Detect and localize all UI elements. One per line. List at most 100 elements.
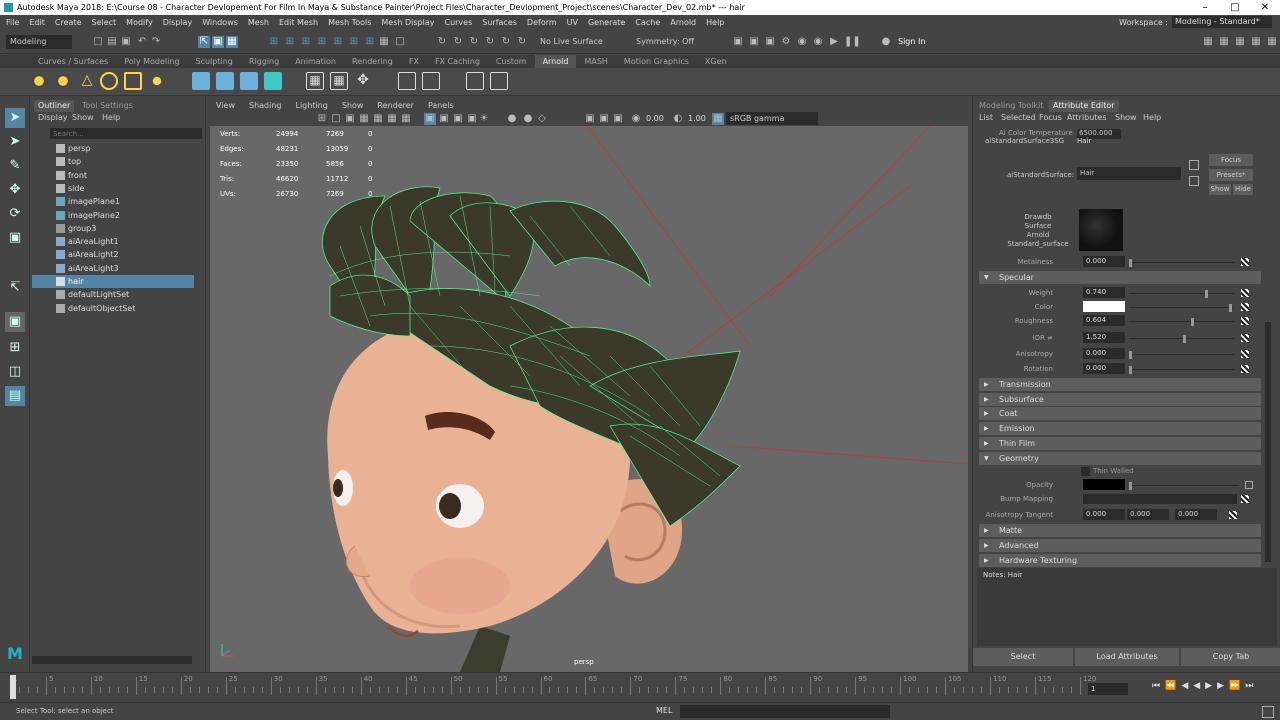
aa-icon[interactable]: ☀	[478, 113, 490, 125]
arnold-ipr-icon[interactable]: ▶	[828, 36, 840, 48]
shelf-tab-rigging[interactable]: Rigging	[241, 55, 287, 68]
node-tab-sg[interactable]: aiStandardSurface3SG	[985, 137, 1064, 145]
color-management-icon[interactable]: ▦	[712, 113, 724, 125]
menu-mesh-display[interactable]: Mesh Display	[381, 18, 434, 27]
shelf-tab-rendering[interactable]: Rendering	[344, 55, 401, 68]
menu-uv[interactable]: UV	[567, 18, 578, 27]
textured-icon[interactable]: ▦	[372, 113, 384, 125]
shadows-icon[interactable]: ▦	[400, 113, 412, 125]
focus-button[interactable]: Focus	[1209, 154, 1253, 166]
step-forward-key-icon[interactable]: ⏩	[1229, 681, 1245, 691]
viewport-menu-shading[interactable]: Shading	[249, 100, 282, 112]
wire-on-shaded-icon[interactable]: ▦	[358, 113, 370, 125]
step-forward-icon[interactable]: ▶	[1217, 681, 1229, 691]
map-button-icon[interactable]	[1241, 495, 1249, 503]
presets-button[interactable]: Presets*	[1209, 169, 1253, 181]
outliner-menu-display[interactable]: Display	[38, 113, 68, 122]
viewport-panel[interactable]: View Shading Lighting Show Renderer Pane…	[210, 100, 968, 672]
script-editor-icon[interactable]	[1262, 706, 1274, 718]
photometric-light-icon[interactable]: △	[78, 72, 96, 90]
outliner-item-defaultlightset[interactable]: defaultLightSet	[32, 288, 194, 301]
color-swatch[interactable]	[1083, 301, 1125, 312]
menu-file[interactable]: File	[6, 18, 19, 27]
snap-edge-icon[interactable]: ⊞	[364, 36, 376, 48]
render-settings-icon[interactable]: ⚙	[780, 36, 792, 48]
select-object-icon[interactable]: ▣	[212, 36, 224, 48]
current-time-marker[interactable]	[10, 675, 16, 699]
current-frame-field[interactable]: 1	[1088, 683, 1128, 695]
outliner-item-aiarealight2[interactable]: aiAreaLight2	[32, 248, 194, 261]
menu-create[interactable]: Create	[55, 18, 82, 27]
metalness-field[interactable]: 0.000	[1083, 256, 1125, 267]
volume-icon[interactable]	[264, 72, 282, 90]
weight-field[interactable]: 0.740	[1083, 287, 1125, 298]
outliner-item-front[interactable]: front	[32, 169, 194, 182]
viewport-menu-lighting[interactable]: Lighting	[295, 100, 327, 112]
area-light-icon[interactable]	[30, 72, 48, 90]
opacity-map-icon[interactable]	[1245, 481, 1253, 489]
mel-label[interactable]: MEL	[656, 706, 672, 715]
time-slider[interactable]: 1510152025303540455055606570758085909510…	[0, 672, 1280, 702]
tab-attribute-editor[interactable]: Attribute Editor	[1049, 100, 1119, 112]
metalness-slider[interactable]	[1129, 259, 1235, 267]
single-perspective-layout-icon[interactable]: ▣	[5, 312, 25, 332]
use-lights-icon[interactable]: ▦	[386, 113, 398, 125]
outliner-layout-icon[interactable]: ▤	[5, 386, 25, 406]
minimize-icon[interactable]: –	[1190, 0, 1220, 15]
section-transmission[interactable]: Transmission	[979, 378, 1261, 391]
symmetry-field[interactable]: Symmetry: Off	[632, 35, 712, 49]
ae-menu-attributes[interactable]: Attributes	[1067, 113, 1107, 122]
weight-slider[interactable]	[1129, 290, 1235, 298]
play-icon[interactable]: ▶	[1205, 681, 1217, 691]
viewport-menu-view[interactable]: View	[216, 100, 235, 112]
material-swatch[interactable]	[1079, 209, 1123, 251]
outliner-item-top[interactable]: top	[32, 155, 194, 168]
shelf-tab-custom[interactable]: Custom	[488, 55, 535, 68]
snap-grid2-icon[interactable]: ▦	[378, 36, 390, 48]
outliner-item-defaultobjectset[interactable]: defaultObjectSet	[32, 302, 194, 315]
color-slider[interactable]	[1129, 304, 1233, 312]
export-stand-in-icon[interactable]	[490, 72, 508, 90]
magnet-icon[interactable]: ↻	[452, 36, 464, 48]
section-emission[interactable]: Emission	[979, 422, 1261, 435]
render-icon[interactable]: ↻	[500, 36, 512, 48]
outliner-item-aiarealight1[interactable]: aiAreaLight1	[32, 235, 194, 248]
ae-menu-help[interactable]: Help	[1143, 113, 1161, 122]
snap-curve-icon[interactable]: ⊞	[284, 36, 296, 48]
tab-outliner[interactable]: Outliner	[34, 100, 75, 112]
render-seq-icon[interactable]: ▣	[748, 36, 760, 48]
paint-select-tool-icon[interactable]: ✎	[5, 156, 25, 176]
menu-generate[interactable]: Generate	[588, 18, 625, 27]
texture-manager-icon[interactable]: ▦	[330, 72, 348, 90]
menu-mesh[interactable]: Mesh	[248, 18, 269, 27]
save-scene-icon[interactable]: ▣	[120, 36, 132, 48]
view-transform-dropdown[interactable]: sRGB gamma	[726, 112, 818, 125]
copy-tab-button[interactable]: Copy Tab	[1181, 648, 1280, 666]
snap-grid-icon[interactable]: ⊞	[268, 36, 280, 48]
ipr-icon[interactable]: ↻	[516, 36, 528, 48]
map-button-icon[interactable]	[1241, 317, 1249, 325]
map-button-icon[interactable]	[1241, 258, 1249, 266]
xray-joints-icon[interactable]: ▣	[438, 113, 450, 125]
flat-shader-icon[interactable]	[240, 72, 258, 90]
sign-in-dropdown[interactable]: Sign In	[894, 35, 960, 49]
command-input[interactable]	[680, 705, 890, 718]
lasso-tool-icon[interactable]: ➤	[5, 132, 25, 152]
render-view-icon[interactable]	[398, 72, 416, 90]
shelf-tab-xgen[interactable]: XGen	[697, 55, 735, 68]
move-tool-icon[interactable]: ✥	[5, 180, 25, 200]
menu-select[interactable]: Select	[91, 18, 116, 27]
outliner-hscrollbar[interactable]	[32, 656, 192, 664]
select-button[interactable]: Select	[973, 648, 1073, 666]
safe-title-icon[interactable]: ▣	[612, 113, 624, 125]
select-hierarchy-icon[interactable]: ⇱	[198, 36, 210, 48]
hypershade-icon[interactable]: ◉	[796, 36, 808, 48]
smooth-shade-icon[interactable]: ▣	[344, 113, 356, 125]
ae-menu-focus[interactable]: Focus	[1039, 113, 1062, 122]
shelf-tab-arnold[interactable]: Arnold	[534, 55, 577, 68]
time-ruler[interactable]: 1510152025303540455055606570758085909510…	[10, 673, 1096, 701]
ior-slider[interactable]	[1129, 335, 1235, 343]
tool-settings-toggle-icon[interactable]: ▦	[1234, 36, 1246, 48]
standard-hair-icon[interactable]	[216, 72, 234, 90]
roughness-field[interactable]: 0.604	[1083, 315, 1125, 326]
